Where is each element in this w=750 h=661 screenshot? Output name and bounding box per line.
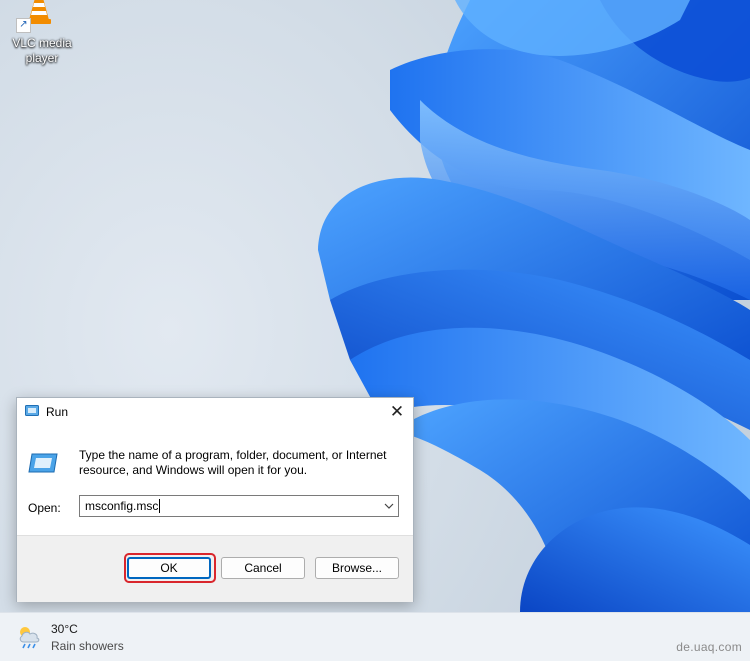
dialog-footer: OK Cancel Browse... bbox=[17, 535, 413, 602]
text-caret bbox=[159, 499, 161, 513]
dialog-titlebar[interactable]: Run ✕ bbox=[17, 398, 413, 426]
weather-condition: Rain showers bbox=[51, 639, 124, 653]
close-button[interactable]: ✕ bbox=[385, 400, 409, 424]
dialog-content: Type the name of a program, folder, docu… bbox=[17, 426, 413, 535]
browse-button[interactable]: Browse... bbox=[315, 557, 399, 579]
run-dialog: Run ✕ Type the name of a program, folder… bbox=[16, 397, 414, 602]
run-icon bbox=[25, 405, 39, 416]
ok-button[interactable]: OK bbox=[127, 557, 211, 579]
taskbar: 30°C Rain showers de.uaq.com bbox=[0, 612, 750, 661]
open-label: Open: bbox=[28, 501, 61, 515]
rain-showers-icon bbox=[19, 627, 40, 649]
open-input[interactable] bbox=[80, 496, 374, 516]
dialog-description: Type the name of a program, folder, docu… bbox=[79, 448, 387, 477]
open-combobox[interactable] bbox=[79, 495, 399, 517]
cancel-button[interactable]: Cancel bbox=[221, 557, 305, 579]
dialog-title: Run bbox=[46, 405, 69, 419]
run-program-icon bbox=[28, 453, 58, 473]
chevron-down-icon[interactable] bbox=[384, 501, 394, 511]
weather-temperature: 30°C bbox=[51, 622, 78, 636]
close-icon: ✕ bbox=[389, 402, 405, 421]
desktop-icon-label: VLC media player bbox=[12, 36, 72, 65]
shortcut-arrow-icon: ↗ bbox=[16, 18, 31, 33]
watermark: de.uaq.com bbox=[676, 640, 742, 654]
